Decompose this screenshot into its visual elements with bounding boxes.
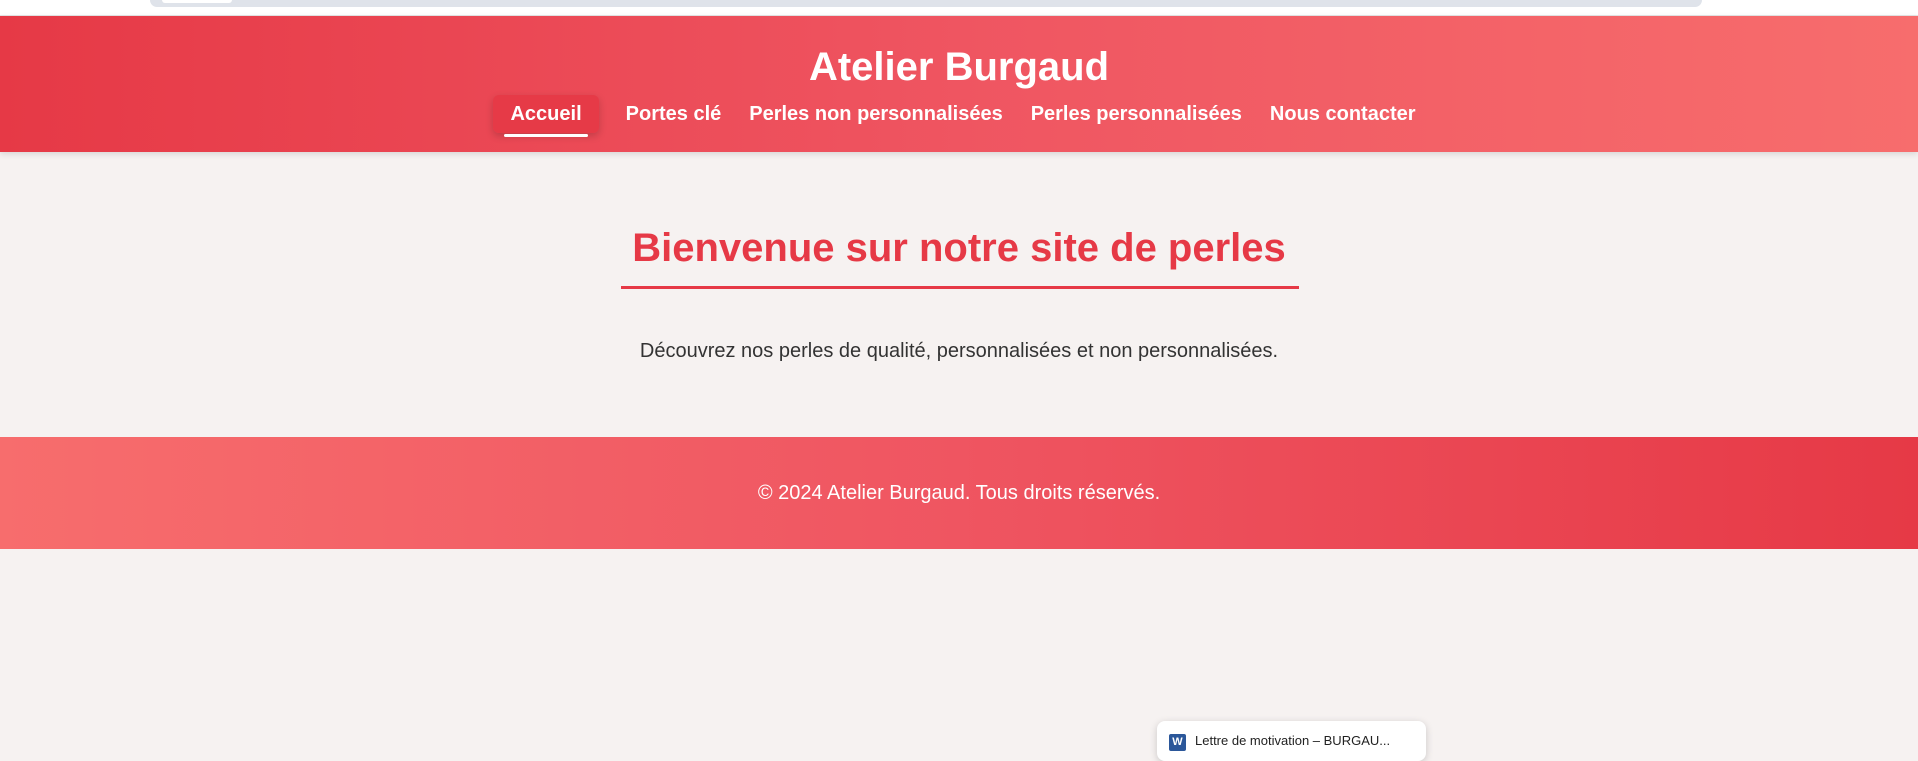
browser-chrome (0, 0, 1918, 16)
active-underline (504, 134, 588, 137)
browser-tab-strip (150, 0, 1702, 7)
browser-tab[interactable] (162, 0, 232, 3)
footer-copyright: © 2024 Atelier Burgaud. Tous droits rése… (757, 482, 1161, 504)
nav-link-perles-non-personnalisees[interactable]: Perles non personnalisées (740, 95, 1011, 133)
site-footer: © 2024 Atelier Burgaud. Tous droits rése… (0, 437, 1918, 549)
main-content: Bienvenue sur notre site de perles Décou… (0, 152, 1918, 437)
welcome-heading: Bienvenue sur notre site de perles (632, 226, 1286, 270)
nav-link-perles-personnalisees[interactable]: Perles personnalisées (1022, 95, 1251, 133)
nav-link-portes-cle[interactable]: Portes clé (617, 95, 731, 133)
heading-underline (621, 286, 1299, 289)
main-nav: Accueil Portes clé Perles non personnali… (0, 95, 1918, 137)
download-filename: Lettre de motivation – BURGAU... (1195, 733, 1391, 748)
nav-link-accueil[interactable]: Accueil (493, 95, 599, 137)
site-title: Atelier Burgaud (808, 45, 1110, 89)
download-item[interactable]: W Lettre de motivation – BURGAU... (1157, 721, 1426, 761)
site-header: Atelier Burgaud Accueil Portes clé Perle… (0, 16, 1918, 152)
nav-link-nous-contacter[interactable]: Nous contacter (1261, 95, 1425, 133)
nav-link-label: Accueil (510, 103, 582, 125)
welcome-intro: Découvrez nos perles de qualité, personn… (639, 340, 1279, 362)
